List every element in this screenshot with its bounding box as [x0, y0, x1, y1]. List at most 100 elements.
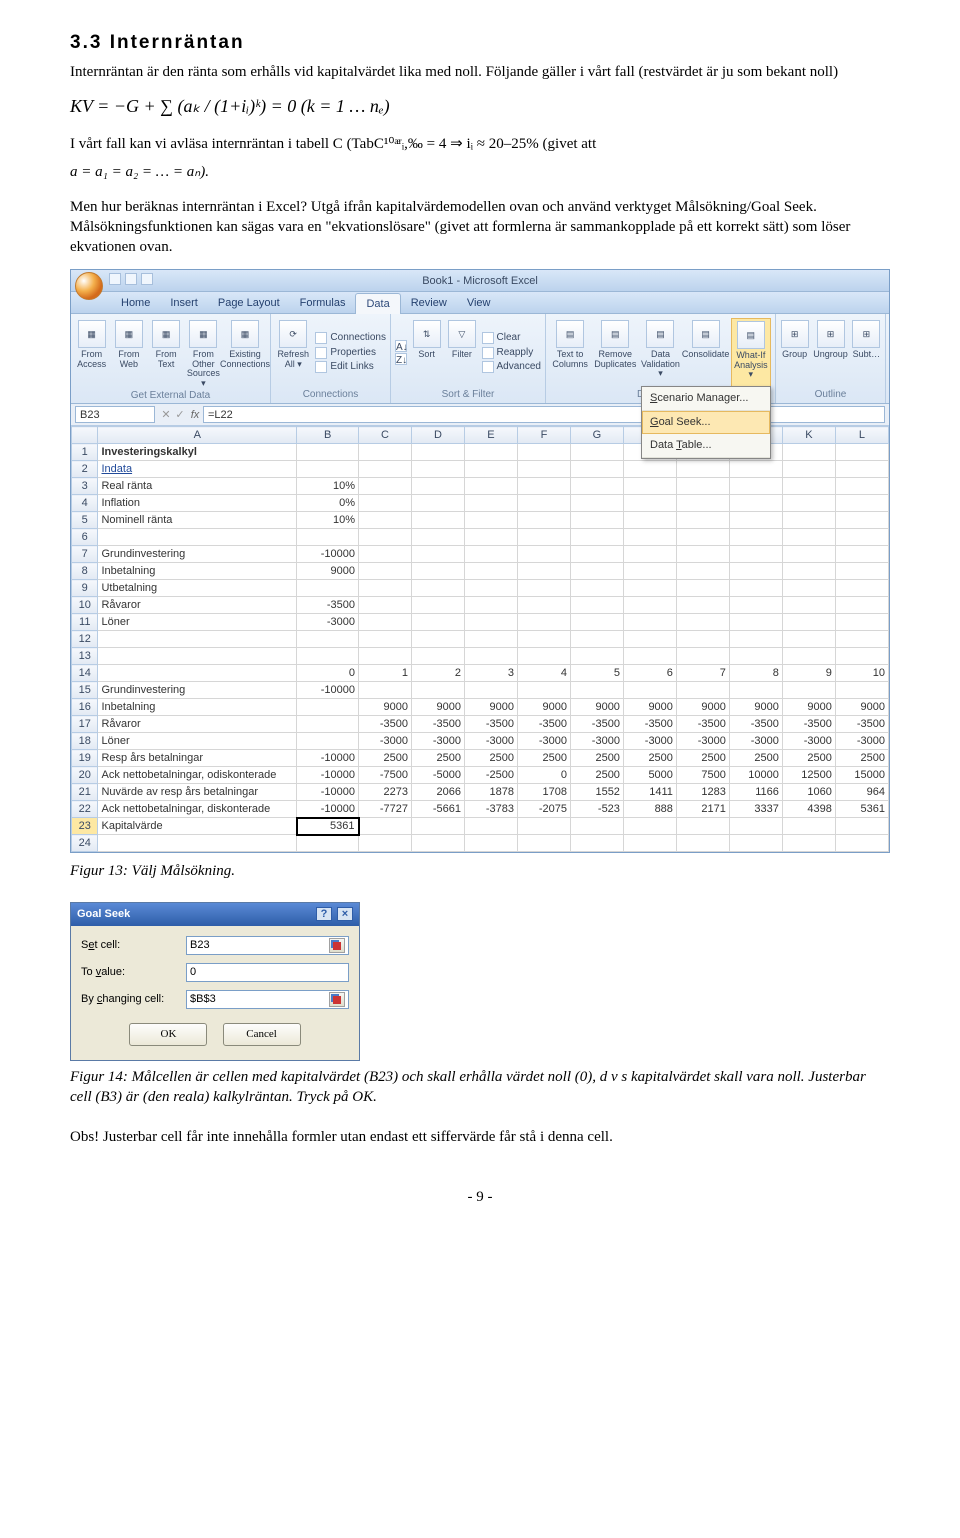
cell[interactable]	[676, 818, 729, 835]
tab-page-layout[interactable]: Page Layout	[208, 293, 290, 314]
cell[interactable]	[782, 444, 835, 461]
cell[interactable]: 5000	[623, 767, 676, 784]
text-to-columns-button[interactable]: ▤Text to Columns	[550, 318, 590, 387]
tab-review[interactable]: Review	[401, 293, 457, 314]
cell[interactable]	[623, 512, 676, 529]
cell[interactable]	[570, 597, 623, 614]
cell[interactable]: 9000	[623, 699, 676, 716]
cell[interactable]	[412, 529, 465, 546]
clear-button[interactable]: Clear	[482, 331, 541, 345]
whatif-menu-item-scenario-manager[interactable]: Scenario Manager...	[642, 387, 770, 411]
cell[interactable]: -3000	[464, 733, 517, 750]
cell[interactable]: -3000	[570, 733, 623, 750]
cell[interactable]: Nuvärde av resp års betalningar	[98, 784, 297, 801]
cell[interactable]	[412, 461, 465, 478]
cell[interactable]	[464, 631, 517, 648]
from-text-button[interactable]: ▦From Text	[150, 318, 183, 388]
cell[interactable]: -5661	[412, 801, 465, 818]
cell[interactable]	[464, 478, 517, 495]
group-button[interactable]: ⊞Group	[780, 318, 809, 387]
from-web-button[interactable]: ▦From Web	[112, 318, 145, 388]
cell[interactable]: 964	[835, 784, 888, 801]
data-validation-button[interactable]: ▤Data Validation ▾	[640, 318, 680, 387]
cell[interactable]	[517, 529, 570, 546]
cell[interactable]: 3337	[729, 801, 782, 818]
cell[interactable]	[782, 614, 835, 631]
cell[interactable]	[835, 597, 888, 614]
cell[interactable]: 9000	[464, 699, 517, 716]
cell[interactable]: 1411	[623, 784, 676, 801]
cell[interactable]: 9000	[835, 699, 888, 716]
cell[interactable]: 5361	[297, 818, 359, 835]
remove-duplicates-button[interactable]: ▤Remove Duplicates	[594, 318, 636, 387]
cell[interactable]	[297, 529, 359, 546]
cell[interactable]	[464, 563, 517, 580]
connections-button[interactable]: Connections	[315, 331, 386, 345]
from-access-button[interactable]: ▦From Access	[75, 318, 108, 388]
cell[interactable]	[729, 682, 782, 699]
cell[interactable]: 1	[359, 665, 412, 682]
row-header[interactable]: 9	[72, 580, 98, 597]
tab-insert[interactable]: Insert	[160, 293, 208, 314]
cell[interactable]	[729, 546, 782, 563]
cell[interactable]: -3000	[729, 733, 782, 750]
cell[interactable]: 3	[464, 665, 517, 682]
cell[interactable]	[412, 835, 465, 852]
cell[interactable]	[359, 835, 412, 852]
cell[interactable]	[464, 835, 517, 852]
worksheet[interactable]: ABCDEFGHIJKL1Investeringskalkyl2Indata3R…	[71, 426, 889, 852]
cell[interactable]: 10%	[297, 512, 359, 529]
cell[interactable]	[782, 818, 835, 835]
cell[interactable]	[359, 682, 412, 699]
cell[interactable]	[835, 546, 888, 563]
cell[interactable]	[464, 580, 517, 597]
cell[interactable]	[835, 631, 888, 648]
cell[interactable]: -3500	[359, 716, 412, 733]
cell[interactable]: 9000	[359, 699, 412, 716]
cell[interactable]	[676, 495, 729, 512]
cell[interactable]: -3500	[623, 716, 676, 733]
cell[interactable]	[412, 580, 465, 597]
cell[interactable]	[464, 444, 517, 461]
cell[interactable]	[835, 478, 888, 495]
cell[interactable]	[570, 461, 623, 478]
column-header-D[interactable]: D	[412, 427, 465, 444]
cell[interactable]: 1878	[464, 784, 517, 801]
column-header-G[interactable]: G	[570, 427, 623, 444]
cell[interactable]: Investeringskalkyl	[98, 444, 297, 461]
cell[interactable]	[729, 614, 782, 631]
cell[interactable]: 0%	[297, 495, 359, 512]
cell[interactable]	[623, 835, 676, 852]
cell[interactable]	[782, 512, 835, 529]
cell[interactable]	[623, 597, 676, 614]
cell[interactable]: -3000	[517, 733, 570, 750]
help-icon[interactable]: ?	[316, 907, 332, 921]
cell[interactable]	[98, 835, 297, 852]
cell[interactable]: -3000	[782, 733, 835, 750]
ok-button[interactable]: OK	[129, 1023, 207, 1046]
cell[interactable]	[98, 631, 297, 648]
cell[interactable]: 2171	[676, 801, 729, 818]
cell[interactable]: -3500	[517, 716, 570, 733]
cell[interactable]: 5361	[835, 801, 888, 818]
cell[interactable]	[623, 546, 676, 563]
cell[interactable]	[517, 835, 570, 852]
tab-formulas[interactable]: Formulas	[290, 293, 356, 314]
edit-links-button[interactable]: Edit Links	[315, 360, 386, 374]
cell[interactable]: 1708	[517, 784, 570, 801]
cell[interactable]	[464, 597, 517, 614]
cell[interactable]	[359, 614, 412, 631]
cell[interactable]	[782, 529, 835, 546]
cell[interactable]: 9000	[782, 699, 835, 716]
cell[interactable]: 2500	[835, 750, 888, 767]
row-header[interactable]: 5	[72, 512, 98, 529]
cell[interactable]: -10000	[297, 682, 359, 699]
cell[interactable]	[782, 563, 835, 580]
cell[interactable]	[359, 818, 412, 835]
quick-access-toolbar[interactable]	[109, 273, 153, 285]
row-header[interactable]: 19	[72, 750, 98, 767]
whatif-menu-item-goal-seek[interactable]: Goal Seek...	[642, 411, 770, 434]
cell[interactable]: 4	[517, 665, 570, 682]
cell[interactable]	[359, 597, 412, 614]
cell[interactable]	[359, 631, 412, 648]
